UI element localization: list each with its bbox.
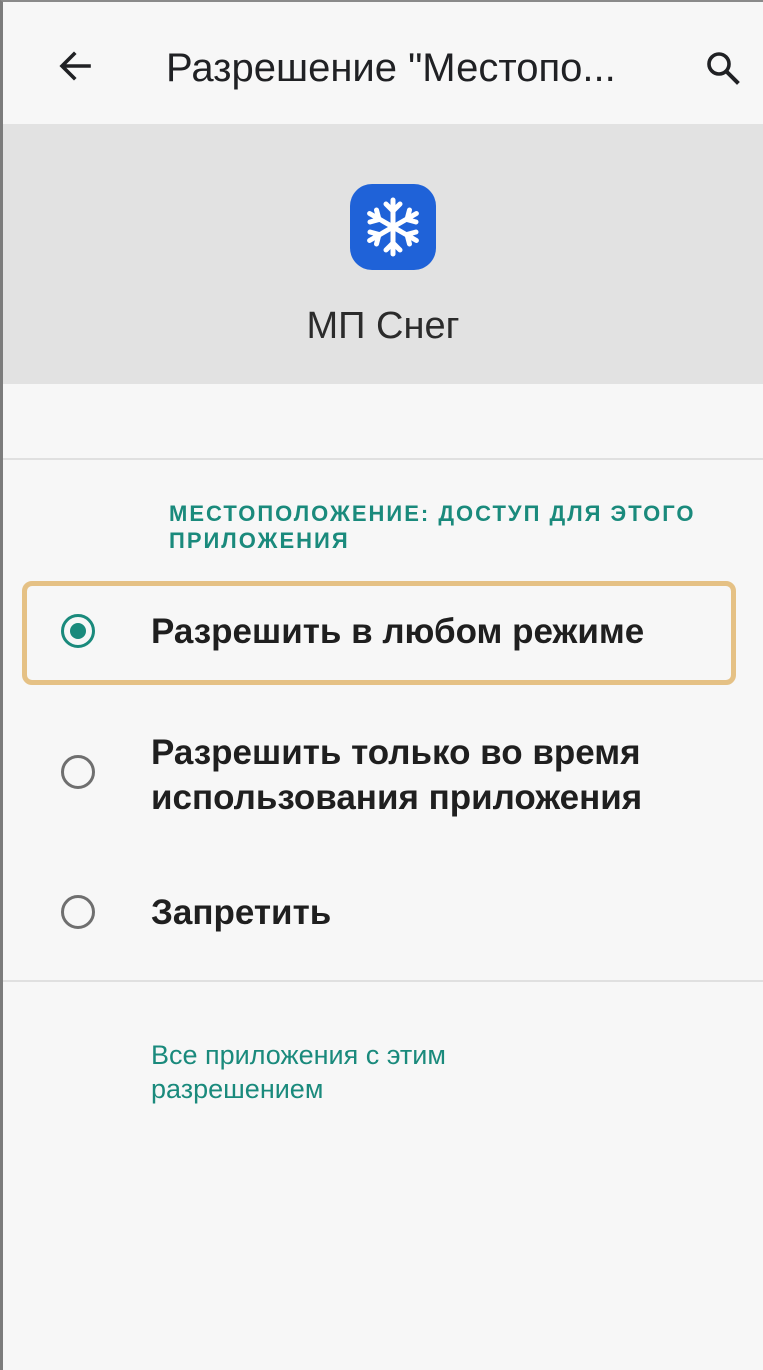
app-name: МП Снег xyxy=(306,305,460,347)
app-header: МП Снег xyxy=(3,124,763,384)
option-label: Разрешить только во время использования … xyxy=(151,733,643,817)
option-label: Разрешить в любом режиме xyxy=(151,612,645,651)
snowflake-icon xyxy=(367,197,419,257)
radio-button[interactable] xyxy=(61,895,95,929)
all-apps-with-permission-link[interactable]: Все приложения с этим разрешением xyxy=(151,1038,551,1106)
option-label: Запретить xyxy=(151,893,332,932)
divider xyxy=(3,458,763,460)
radio-button-checked[interactable] xyxy=(61,614,95,648)
divider xyxy=(3,980,763,982)
option-deny[interactable]: Запретить xyxy=(3,868,763,960)
option-allow-while-using[interactable]: Разрешить только во время использования … xyxy=(3,722,763,832)
search-button[interactable] xyxy=(695,40,751,96)
section-header: МЕСТОПОЛОЖЕНИЕ: ДОСТУП ДЛЯ ЭТОГО ПРИЛОЖЕ… xyxy=(169,501,696,553)
radio-button[interactable] xyxy=(61,755,95,789)
back-button[interactable] xyxy=(47,38,103,94)
app-icon xyxy=(350,184,436,270)
screen: Разрешение "Местопо... МП Снег МЕСТОПОЛО… xyxy=(0,0,763,1370)
arrow-back-icon xyxy=(59,51,91,81)
search-icon xyxy=(707,52,740,85)
page-title: Разрешение "Местопо... xyxy=(166,46,616,90)
app-bar: Разрешение "Местопо... xyxy=(3,2,763,124)
option-allow-always[interactable]: Разрешить в любом режиме xyxy=(3,587,763,679)
